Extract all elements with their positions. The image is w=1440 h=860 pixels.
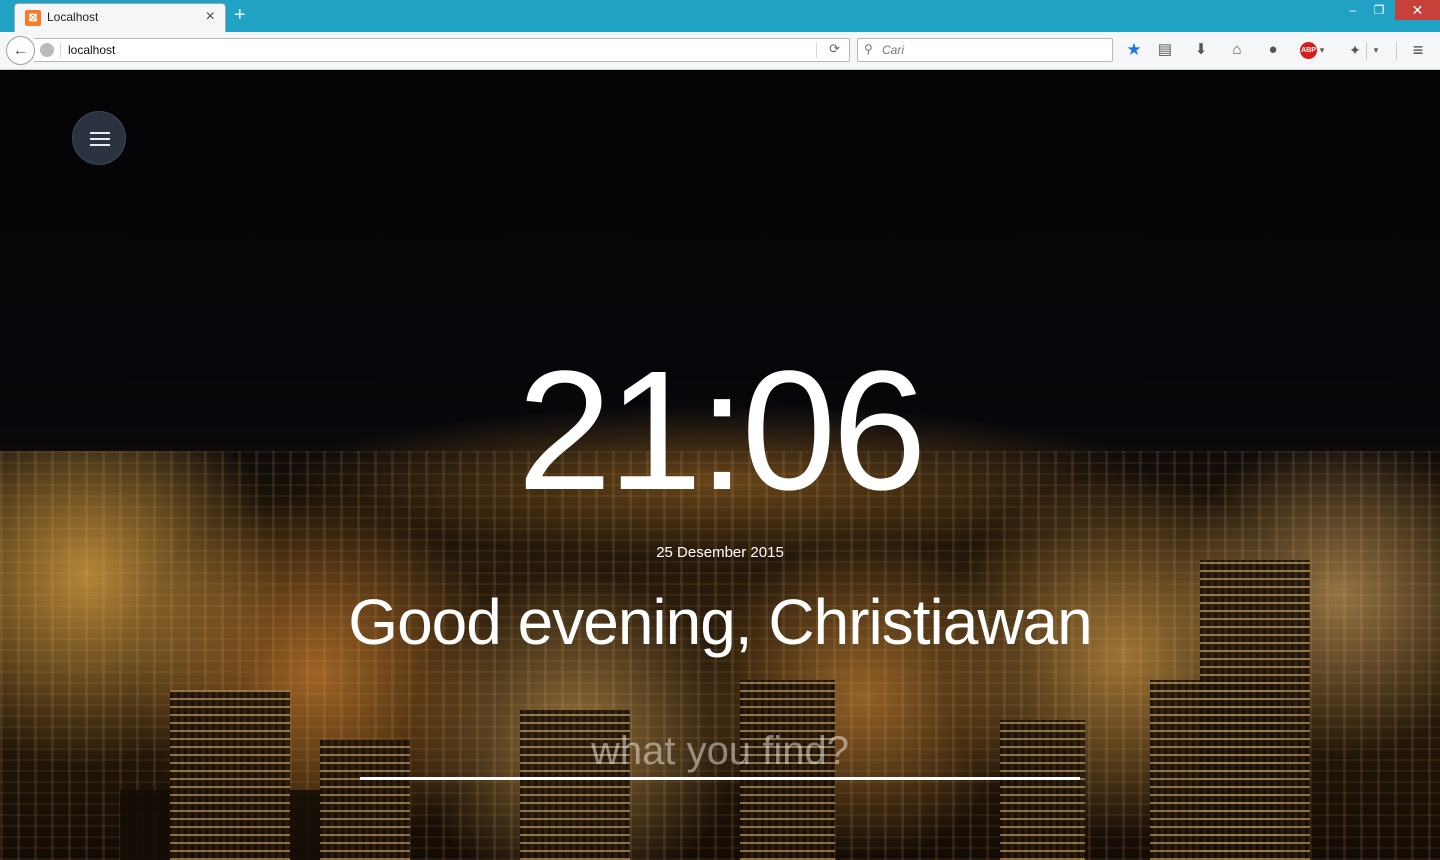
tab-title: Localhost	[47, 10, 99, 24]
adblock-icon[interactable]: ABP	[1300, 42, 1317, 59]
url-text[interactable]: localhost	[68, 43, 115, 57]
url-divider	[60, 42, 61, 58]
browser-navbar: localhost ⟳ ← ⚲ ★ ▤ ⬇ ⌂ ● ABP ▾ ✦ ▾ ≡	[0, 32, 1440, 70]
url-bar[interactable]: localhost ⟳	[34, 38, 850, 62]
toolbar-divider	[1366, 42, 1367, 60]
toolbar-divider	[1396, 42, 1397, 60]
bookmark-star-icon[interactable]: ★	[1123, 39, 1145, 61]
site-identity-icon[interactable]	[40, 43, 54, 57]
main-search-input[interactable]	[360, 726, 1080, 780]
reload-icon[interactable]: ⟳	[829, 41, 840, 57]
adblock-dropdown-icon[interactable]: ▾	[1316, 39, 1328, 61]
clock-time: 21:06	[517, 336, 926, 526]
extension-dropdown-icon[interactable]: ▾	[1370, 39, 1382, 61]
minimize-button[interactable]: –	[1340, 0, 1366, 20]
restore-button[interactable]: ❐	[1366, 0, 1392, 20]
hamburger-menu-icon	[90, 144, 110, 146]
hamburger-menu-icon	[90, 138, 110, 140]
hamburger-menu-icon	[90, 132, 110, 134]
close-window-button[interactable]: ✕	[1395, 0, 1440, 20]
extension-icon[interactable]: ✦	[1344, 39, 1366, 61]
browser-search-input[interactable]	[882, 42, 1102, 58]
building	[170, 690, 290, 860]
hamburger-menu-button[interactable]	[72, 111, 126, 165]
browser-menu-icon[interactable]: ≡	[1407, 39, 1429, 61]
xampp-favicon-icon: ⊠	[25, 10, 41, 26]
new-tab-button[interactable]: +	[234, 4, 246, 26]
back-arrow-icon: ←	[12, 42, 29, 59]
reload-divider	[816, 42, 817, 58]
home-icon[interactable]: ⌂	[1226, 39, 1248, 61]
search-icon: ⚲	[864, 42, 873, 56]
back-button[interactable]: ←	[6, 36, 35, 65]
clock-date: 25 Desember 2015	[656, 544, 784, 561]
download-icon[interactable]: ⬇	[1190, 39, 1212, 61]
reading-list-icon[interactable]: ▤	[1154, 39, 1176, 61]
tab-close-icon[interactable]: ×	[206, 8, 215, 26]
chat-icon[interactable]: ●	[1262, 39, 1284, 61]
browser-search-bar[interactable]: ⚲	[857, 38, 1113, 62]
tab-localhost[interactable]: ⊠ Localhost ×	[14, 3, 226, 32]
page-viewport: 21:06 25 Desember 2015 Good evening, Chr…	[0, 71, 1440, 860]
browser-titlebar: ⊠ Localhost × + – ❐ ✕	[0, 0, 1440, 32]
greeting-text: Good evening, Christiawan	[348, 586, 1092, 658]
